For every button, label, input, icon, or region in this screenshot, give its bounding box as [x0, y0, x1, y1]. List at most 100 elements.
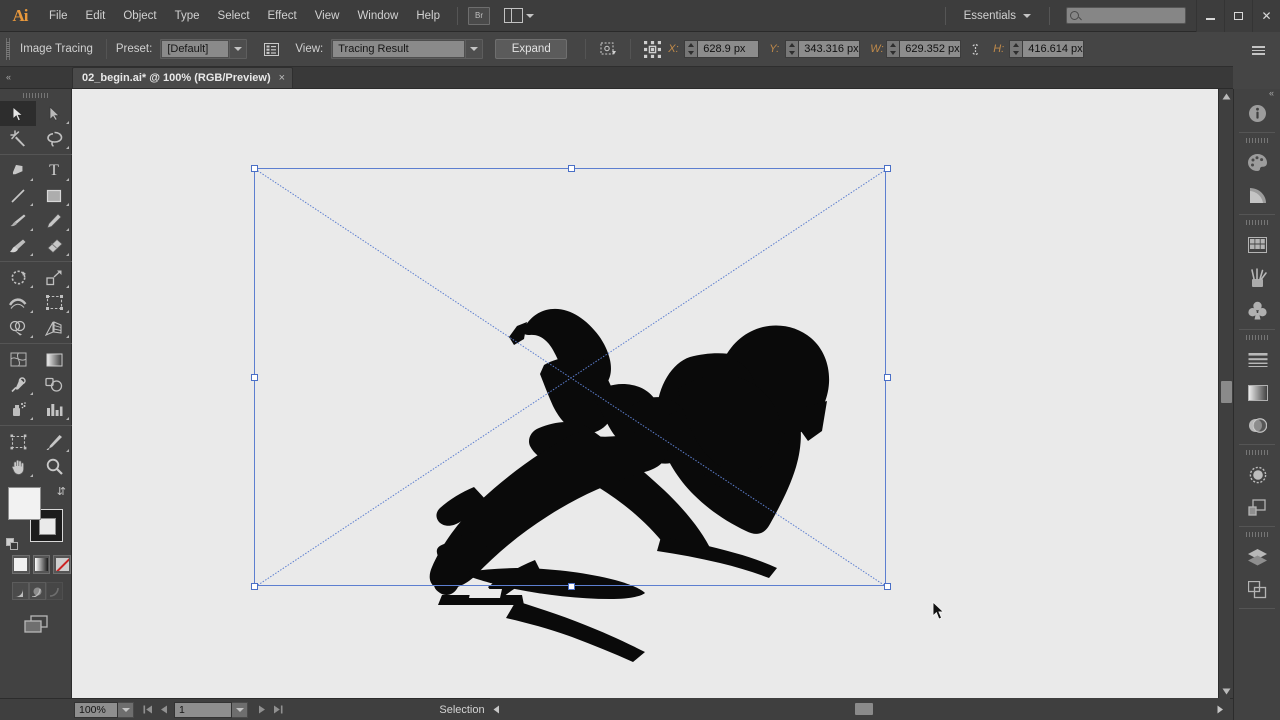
dock-group-grip[interactable]	[1234, 529, 1280, 540]
pen-tool[interactable]	[0, 158, 36, 183]
artboards-panel-icon[interactable]	[1234, 573, 1280, 606]
width-tool[interactable]	[0, 290, 36, 315]
symbol-sprayer-tool[interactable]	[0, 397, 36, 422]
paintbrush-tool[interactable]	[0, 208, 36, 233]
menu-help[interactable]: Help	[407, 0, 449, 32]
scroll-down-arrow[interactable]	[1219, 684, 1234, 698]
minimize-button[interactable]	[1196, 0, 1224, 32]
menu-window[interactable]: Window	[348, 0, 407, 32]
y-input[interactable]: 343.316 px	[798, 40, 861, 58]
rotate-tool[interactable]	[0, 265, 36, 290]
blend-tool[interactable]	[36, 372, 72, 397]
last-artboard-icon[interactable]	[270, 702, 286, 718]
draw-behind[interactable]	[29, 582, 46, 600]
dock-group-grip[interactable]	[1234, 447, 1280, 458]
constrain-proportions-icon[interactable]	[965, 40, 985, 58]
free-transform-tool[interactable]	[36, 290, 72, 315]
pencil-tool[interactable]	[36, 208, 72, 233]
first-artboard-icon[interactable]	[140, 702, 156, 718]
symbols-panel-icon[interactable]	[1234, 294, 1280, 327]
arrange-documents-icon[interactable]	[504, 8, 534, 23]
direct-selection-tool[interactable]	[36, 101, 72, 126]
zoom-dropdown-arrow[interactable]	[118, 701, 134, 718]
menu-file[interactable]: File	[40, 0, 77, 32]
bridge-icon[interactable]: Br	[468, 6, 490, 25]
menu-object[interactable]: Object	[114, 0, 165, 32]
brushes-panel-icon[interactable]	[1234, 261, 1280, 294]
scale-tool[interactable]	[36, 265, 72, 290]
scroll-left-arrow[interactable]	[490, 703, 502, 715]
menu-type[interactable]: Type	[166, 0, 209, 32]
change-screen-mode-icon[interactable]	[23, 614, 49, 639]
appearance-panel-icon[interactable]	[1234, 458, 1280, 491]
maximize-button[interactable]	[1224, 0, 1252, 32]
lasso-tool[interactable]	[36, 126, 72, 151]
line-segment-tool[interactable]	[0, 183, 36, 208]
artboard-dropdown-arrow[interactable]	[232, 701, 248, 718]
zoom-input[interactable]: 100%	[74, 701, 118, 718]
dock-group-grip[interactable]	[1234, 135, 1280, 146]
zoom-tool[interactable]	[36, 454, 72, 479]
swatches-panel-icon[interactable]	[1234, 228, 1280, 261]
type-tool[interactable]: T	[36, 158, 72, 183]
close-icon[interactable]: ×	[279, 72, 285, 84]
h-input[interactable]: 416.614 px	[1022, 40, 1085, 58]
vertical-scroll-thumb[interactable]	[1221, 381, 1232, 403]
scroll-up-arrow[interactable]	[1219, 89, 1234, 103]
gradient-panel-icon[interactable]	[1234, 376, 1280, 409]
hand-tool[interactable]	[0, 454, 36, 479]
w-input[interactable]: 629.352 px	[899, 40, 962, 58]
horizontal-scroll-thumb[interactable]	[855, 703, 873, 715]
tracing-options-icon[interactable]	[261, 40, 281, 58]
horizontal-scrollbar[interactable]	[490, 698, 1230, 720]
menu-effect[interactable]: Effect	[259, 0, 306, 32]
column-graph-tool[interactable]	[36, 397, 72, 422]
canvas-area[interactable]: M 人人素材 www.rr-sc.com	[72, 89, 1224, 698]
eyedropper-tool[interactable]	[0, 372, 36, 397]
graphic-styles-panel-icon[interactable]	[1234, 491, 1280, 524]
close-button[interactable]: ✕	[1252, 0, 1280, 32]
tools-panel-grip[interactable]	[0, 89, 71, 101]
vertical-scrollbar[interactable]	[1218, 89, 1233, 698]
eraser-tool[interactable]	[36, 233, 72, 258]
menu-view[interactable]: View	[306, 0, 349, 32]
y-stepper[interactable]	[785, 40, 799, 58]
reference-point-grid-icon[interactable]	[640, 40, 664, 58]
document-tab[interactable]: 02_begin.ai* @ 100% (RGB/Preview) ×	[72, 67, 294, 88]
toolbar-collapse-button[interactable]: «	[0, 66, 72, 88]
traced-sneaker-artwork[interactable]	[72, 89, 1224, 698]
previous-artboard-icon[interactable]	[156, 702, 172, 718]
dock-group-grip[interactable]	[1234, 332, 1280, 343]
expand-button[interactable]: Expand	[495, 39, 568, 59]
layers-panel-icon[interactable]	[1234, 540, 1280, 573]
mesh-tool[interactable]	[0, 347, 36, 372]
menu-select[interactable]: Select	[209, 0, 259, 32]
artboard-tool[interactable]	[0, 429, 36, 454]
perspective-grid-tool[interactable]	[36, 315, 72, 340]
panel-menu-icon[interactable]	[1249, 46, 1265, 55]
slice-tool[interactable]	[36, 429, 72, 454]
gradient-tool[interactable]	[36, 347, 72, 372]
none-swatch[interactable]	[53, 555, 72, 574]
control-bar-grip[interactable]	[4, 38, 11, 60]
color-guide-panel-icon[interactable]	[1234, 179, 1280, 212]
workspace-switcher[interactable]: Essentials	[954, 10, 1041, 22]
h-stepper[interactable]	[1009, 40, 1023, 58]
rectangle-tool[interactable]	[36, 183, 72, 208]
transform-anchor-icon[interactable]	[595, 40, 621, 58]
artboard-number-input[interactable]: 1	[174, 701, 232, 718]
magic-wand-tool[interactable]	[0, 126, 36, 151]
next-artboard-icon[interactable]	[254, 702, 270, 718]
draw-inside[interactable]	[46, 582, 63, 600]
selection-tool[interactable]	[0, 101, 36, 126]
x-input[interactable]: 628.9 px	[697, 40, 760, 58]
fill-color-swatch[interactable]	[8, 487, 41, 520]
solid-color-swatch[interactable]	[12, 555, 30, 574]
dock-group-grip[interactable]	[1234, 217, 1280, 228]
right-dock-collapse-button[interactable]: «	[1234, 88, 1280, 98]
w-stepper[interactable]	[886, 40, 900, 58]
info-panel-icon[interactable]	[1234, 97, 1280, 130]
scroll-right-arrow[interactable]	[1214, 703, 1226, 715]
blob-brush-tool[interactable]	[0, 233, 36, 258]
color-panel-icon[interactable]	[1234, 146, 1280, 179]
